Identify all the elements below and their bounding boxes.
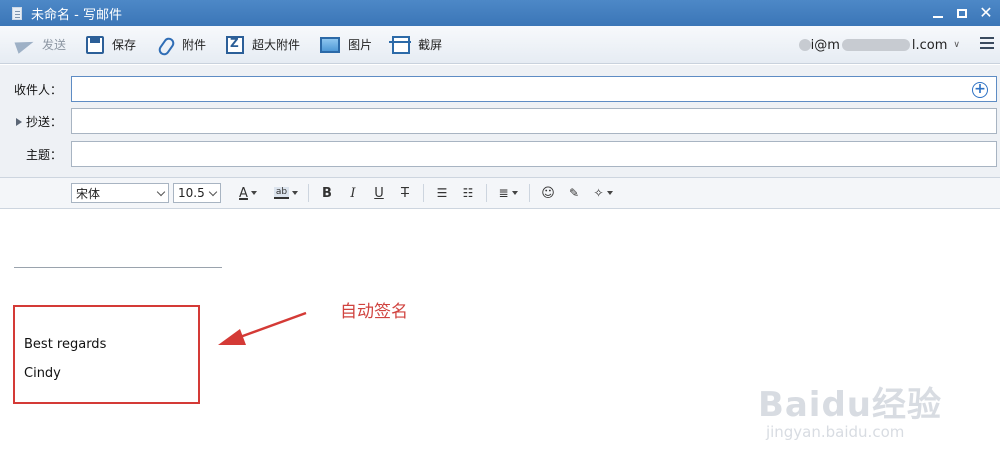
account-redaction bbox=[841, 39, 910, 51]
image-label: 图片 bbox=[348, 38, 373, 52]
screenshot-label: 截屏 bbox=[418, 38, 443, 52]
cc-label: 抄送： bbox=[25, 114, 62, 129]
font-size-value: 10.5 bbox=[178, 186, 205, 200]
cc-label-wrap[interactable]: 抄送： bbox=[0, 113, 72, 130]
smiley-icon: ☺ bbox=[541, 185, 555, 201]
italic-button[interactable]: I bbox=[340, 182, 366, 204]
format-toolbar: 宋体 10.5 A ab B I U T ☰ ☷ ≣ ☺ ✎ ✧ bbox=[0, 177, 1000, 209]
large-attachment-icon bbox=[226, 35, 245, 54]
dropdown-arrow-icon bbox=[292, 191, 299, 195]
signature-separator bbox=[14, 267, 222, 268]
watermark-url: jingyan.baidu.com bbox=[765, 423, 905, 441]
chevron-down-icon bbox=[208, 187, 218, 197]
font-family-value: 宋体 bbox=[76, 186, 101, 201]
annotation-arrow bbox=[218, 311, 307, 345]
watermark-brand: Baidu经验 bbox=[757, 385, 942, 425]
bullet-list-button[interactable]: ☰ bbox=[429, 182, 455, 204]
magic-button[interactable]: ✧ bbox=[587, 182, 619, 204]
expand-triangle-icon[interactable] bbox=[15, 117, 22, 126]
header-fields: 收件人： + 抄送： 主题： bbox=[0, 65, 1000, 177]
account-text-start: i@m bbox=[810, 37, 840, 53]
close-button[interactable]: ✕ bbox=[974, 0, 998, 26]
underline-icon: U bbox=[374, 185, 384, 201]
menu-button[interactable] bbox=[980, 37, 994, 51]
chevron-down-icon: ∨ bbox=[953, 40, 960, 50]
align-button[interactable]: ≣ bbox=[492, 182, 524, 204]
numbered-list-button[interactable]: ☷ bbox=[455, 182, 481, 204]
divider bbox=[423, 184, 424, 202]
font-color-button[interactable]: A bbox=[231, 182, 265, 204]
to-label: 收件人： bbox=[13, 82, 62, 97]
font-family-select[interactable]: 宋体 bbox=[71, 183, 169, 203]
send-label: 发送 bbox=[42, 38, 67, 52]
account-redaction bbox=[798, 39, 811, 51]
numbered-list-icon: ☷ bbox=[462, 186, 474, 200]
compose-toolbar: 发送 保存 附件 超大附件 图片 截屏 i@m l.com ∨ bbox=[0, 26, 1000, 64]
screenshot-button[interactable]: 截屏 bbox=[386, 31, 448, 59]
align-icon: ≣ bbox=[498, 186, 509, 200]
annotation-label: 自动签名 bbox=[340, 302, 408, 322]
to-field[interactable]: + bbox=[71, 76, 997, 102]
divider bbox=[529, 184, 530, 202]
cc-field[interactable] bbox=[71, 108, 997, 134]
large-attachment-button[interactable]: 超大附件 bbox=[220, 31, 306, 59]
highlight-icon: ab bbox=[273, 187, 290, 199]
highlight-color-button[interactable]: ab bbox=[269, 182, 303, 204]
to-row: 收件人： + bbox=[0, 75, 1000, 103]
emoji-button[interactable]: ☺ bbox=[535, 182, 561, 204]
title-bar: 未命名 - 写邮件 ✕ bbox=[0, 0, 1000, 26]
save-button[interactable]: 保存 bbox=[80, 31, 142, 59]
subject-row: 主题： bbox=[0, 140, 1000, 168]
minimize-icon bbox=[933, 16, 943, 18]
paperclip-icon bbox=[156, 36, 174, 54]
screenshot-icon bbox=[389, 35, 412, 54]
dropdown-arrow-icon bbox=[250, 191, 257, 195]
annotation-highlight-box bbox=[13, 305, 200, 404]
minimize-button[interactable] bbox=[926, 0, 950, 26]
strikethrough-button[interactable]: T bbox=[392, 182, 418, 204]
account-selector[interactable]: i@m l.com ∨ bbox=[798, 26, 960, 64]
watermark: Baidu经验 jingyan.baidu.com bbox=[757, 377, 942, 441]
account-text-end: l.com bbox=[911, 37, 948, 53]
subject-field[interactable] bbox=[71, 141, 997, 167]
divider bbox=[486, 184, 487, 202]
image-button[interactable]: 图片 bbox=[314, 31, 378, 59]
dropdown-arrow-icon bbox=[606, 191, 613, 195]
brush-icon: ✎ bbox=[568, 186, 580, 200]
document-icon bbox=[12, 6, 22, 20]
magic-wand-icon: ✧ bbox=[593, 186, 604, 200]
bullet-list-icon: ☰ bbox=[436, 186, 448, 200]
image-icon bbox=[320, 36, 341, 53]
attachment-label: 附件 bbox=[182, 38, 207, 52]
large-attachment-label: 超大附件 bbox=[252, 38, 301, 52]
send-button[interactable]: 发送 bbox=[10, 31, 72, 59]
strikethrough-icon: T bbox=[401, 185, 409, 201]
divider bbox=[308, 184, 309, 202]
save-label: 保存 bbox=[112, 38, 137, 52]
dropdown-arrow-icon bbox=[511, 191, 518, 195]
maximize-button[interactable] bbox=[950, 0, 974, 26]
attachment-button[interactable]: 附件 bbox=[150, 31, 212, 59]
send-icon bbox=[16, 36, 34, 54]
italic-icon: I bbox=[350, 185, 356, 201]
bold-button[interactable]: B bbox=[314, 182, 340, 204]
format-painter-button[interactable]: ✎ bbox=[561, 182, 587, 204]
font-color-icon: A bbox=[239, 185, 248, 201]
font-size-select[interactable]: 10.5 bbox=[173, 183, 221, 203]
add-contact-icon[interactable]: + bbox=[972, 82, 988, 98]
cc-row: 抄送： bbox=[0, 107, 1000, 135]
message-body[interactable]: Best regards Cindy 自动签名 Baidu经验 jingyan.… bbox=[0, 210, 1000, 456]
maximize-icon bbox=[957, 8, 967, 18]
save-icon bbox=[86, 35, 105, 54]
subject-label: 主题： bbox=[25, 147, 62, 162]
underline-button[interactable]: U bbox=[366, 182, 392, 204]
close-icon: ✕ bbox=[979, 3, 993, 22]
chevron-down-icon bbox=[156, 187, 166, 197]
bold-icon: B bbox=[322, 185, 332, 201]
window-title: 未命名 - 写邮件 bbox=[31, 7, 122, 23]
